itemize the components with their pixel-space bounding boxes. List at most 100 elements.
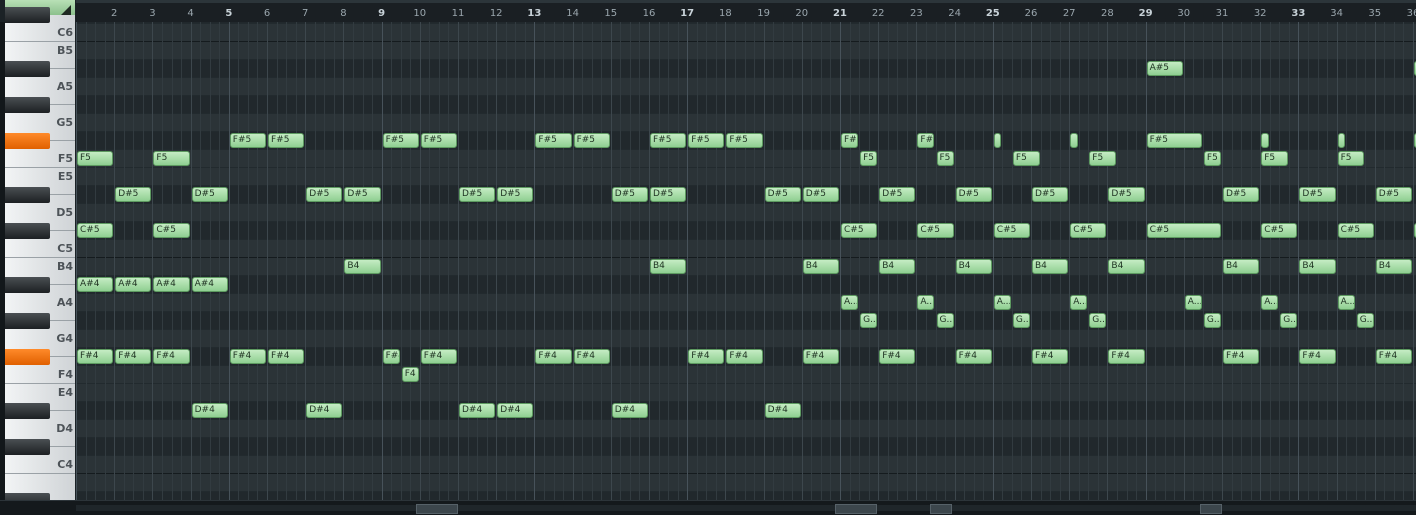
note[interactable]: D#5 — [1032, 187, 1069, 202]
note[interactable]: A... — [993, 295, 1011, 310]
note[interactable]: B4 — [1223, 259, 1260, 274]
note[interactable]: A#4 — [191, 277, 228, 292]
note[interactable]: D#5 — [459, 187, 496, 202]
note[interactable]: F#5 — [535, 133, 572, 148]
piano-black-key[interactable] — [5, 187, 50, 203]
piano-black-key[interactable] — [5, 223, 50, 239]
note[interactable]: D#5 — [115, 187, 152, 202]
note[interactable]: F#5 — [573, 133, 610, 148]
scroll-thumb[interactable] — [835, 504, 877, 514]
note[interactable]: F#4 — [268, 349, 305, 364]
note[interactable]: F#5 — [268, 133, 305, 148]
note[interactable]: D#4 — [764, 403, 801, 418]
note[interactable]: D#5 — [611, 187, 648, 202]
note[interactable]: D#4 — [191, 403, 228, 418]
note[interactable]: F#4 — [879, 349, 916, 364]
note[interactable]: F5 — [1261, 151, 1288, 166]
note[interactable]: F#4 — [726, 349, 763, 364]
note[interactable]: F5 — [1337, 151, 1365, 166]
note[interactable]: D#5 — [650, 187, 687, 202]
note[interactable]: F5 — [1203, 151, 1221, 166]
note[interactable]: A#4 — [153, 277, 190, 292]
note[interactable]: A... — [1184, 295, 1202, 310]
note[interactable]: C#5 — [77, 223, 114, 238]
note[interactable]: G... — [1089, 313, 1107, 328]
note[interactable]: A... — [917, 295, 935, 310]
note[interactable]: C#5 — [993, 223, 1030, 238]
note[interactable]: C#5 — [153, 223, 190, 238]
note[interactable]: A... — [1070, 295, 1088, 310]
note[interactable]: C#5 — [841, 223, 878, 238]
piano-black-key[interactable] — [5, 97, 50, 113]
note[interactable]: F#4 — [573, 349, 610, 364]
note[interactable]: D#5 — [879, 187, 916, 202]
note[interactable]: F5 — [1012, 151, 1040, 166]
note[interactable]: F5 — [153, 151, 190, 166]
note[interactable]: G... — [1280, 313, 1298, 328]
note-grid[interactable]: F5 F5 C#5 C#5 D#5 D#5 A#4 A#4 A#4 A#4 F#4 F#4 F#4 D#4… — [76, 22, 1416, 500]
note[interactable]: F#4 — [229, 349, 266, 364]
note[interactable]: F#5 — [917, 133, 935, 148]
note[interactable]: F5 — [77, 151, 114, 166]
note[interactable]: F5 — [936, 151, 954, 166]
scroll-thumb[interactable] — [930, 504, 952, 514]
note[interactable]: D#5 — [802, 187, 839, 202]
note[interactable]: F5 — [1089, 151, 1116, 166]
note[interactable]: G... — [1203, 313, 1221, 328]
note[interactable]: C#5 — [1070, 223, 1107, 238]
piano-black-key[interactable] — [5, 439, 50, 455]
note[interactable]: F#4 — [1108, 349, 1145, 364]
timeline-ruler[interactable]: 2 3 4 5 6 7 8 9 10 11 12 13 14 15 16 17 18 19 20 21 22 23 24 25… — [76, 0, 1416, 23]
note[interactable]: G... — [860, 313, 878, 328]
note[interactable]: D#5 — [497, 187, 534, 202]
note[interactable]: F#4 — [115, 349, 152, 364]
note[interactable]: B4 — [650, 259, 687, 274]
note[interactable]: A#4 — [115, 277, 152, 292]
note[interactable]: F#5 — [688, 133, 725, 148]
note[interactable] — [1070, 133, 1078, 148]
note[interactable]: B4 — [1375, 259, 1412, 274]
note[interactable]: D#5 — [764, 187, 801, 202]
piano-keyboard[interactable]: C6 B5 A5 G5 F5 E5 D5 C5 B4 A4 G4 F4 E4 D4 C4 — [5, 7, 75, 509]
note[interactable]: G... — [936, 313, 954, 328]
note[interactable]: D#5 — [191, 187, 228, 202]
note[interactable]: D#5 — [344, 187, 381, 202]
note[interactable]: A#5 — [1146, 61, 1183, 76]
note[interactable]: D#5 — [1299, 187, 1336, 202]
note[interactable]: F#5 — [229, 133, 266, 148]
note[interactable]: B4 — [802, 259, 839, 274]
piano-black-key[interactable] — [5, 7, 50, 23]
note[interactable]: F4 — [401, 367, 419, 382]
note[interactable]: B4 — [955, 259, 992, 274]
note[interactable]: C#5 — [917, 223, 954, 238]
note[interactable]: F#4 — [1375, 349, 1412, 364]
note[interactable]: F#5 — [650, 133, 687, 148]
piano-black-key[interactable] — [5, 403, 50, 419]
piano-black-key[interactable] — [5, 313, 50, 329]
note[interactable]: D#4 — [497, 403, 534, 418]
note[interactable] — [1261, 133, 1269, 148]
note[interactable]: F#4 — [420, 349, 457, 364]
note[interactable]: D#4 — [611, 403, 648, 418]
note[interactable]: F#4 — [382, 349, 400, 364]
note[interactable]: D#4 — [459, 403, 496, 418]
note[interactable]: G... — [1356, 313, 1374, 328]
note[interactable]: F5 — [860, 151, 878, 166]
note[interactable] — [1337, 133, 1346, 148]
note[interactable]: B4 — [344, 259, 381, 274]
note[interactable]: F#4 — [1223, 349, 1260, 364]
note[interactable]: F#4 — [1299, 349, 1336, 364]
note[interactable]: D#5 — [1375, 187, 1412, 202]
note[interactable]: A... — [1337, 295, 1355, 310]
note[interactable]: F#5 — [1146, 133, 1202, 148]
note[interactable]: D#5 — [306, 187, 343, 202]
note[interactable]: F#4 — [1032, 349, 1069, 364]
note[interactable]: D#5 — [1108, 187, 1145, 202]
note[interactable]: F#4 — [688, 349, 725, 364]
note[interactable]: D#5 — [1223, 187, 1260, 202]
piano-black-key[interactable] — [5, 61, 50, 77]
horizontal-scrollbar[interactable] — [0, 500, 1416, 515]
note[interactable]: F#4 — [535, 349, 572, 364]
note[interactable]: B4 — [1108, 259, 1145, 274]
note[interactable]: F#4 — [153, 349, 190, 364]
